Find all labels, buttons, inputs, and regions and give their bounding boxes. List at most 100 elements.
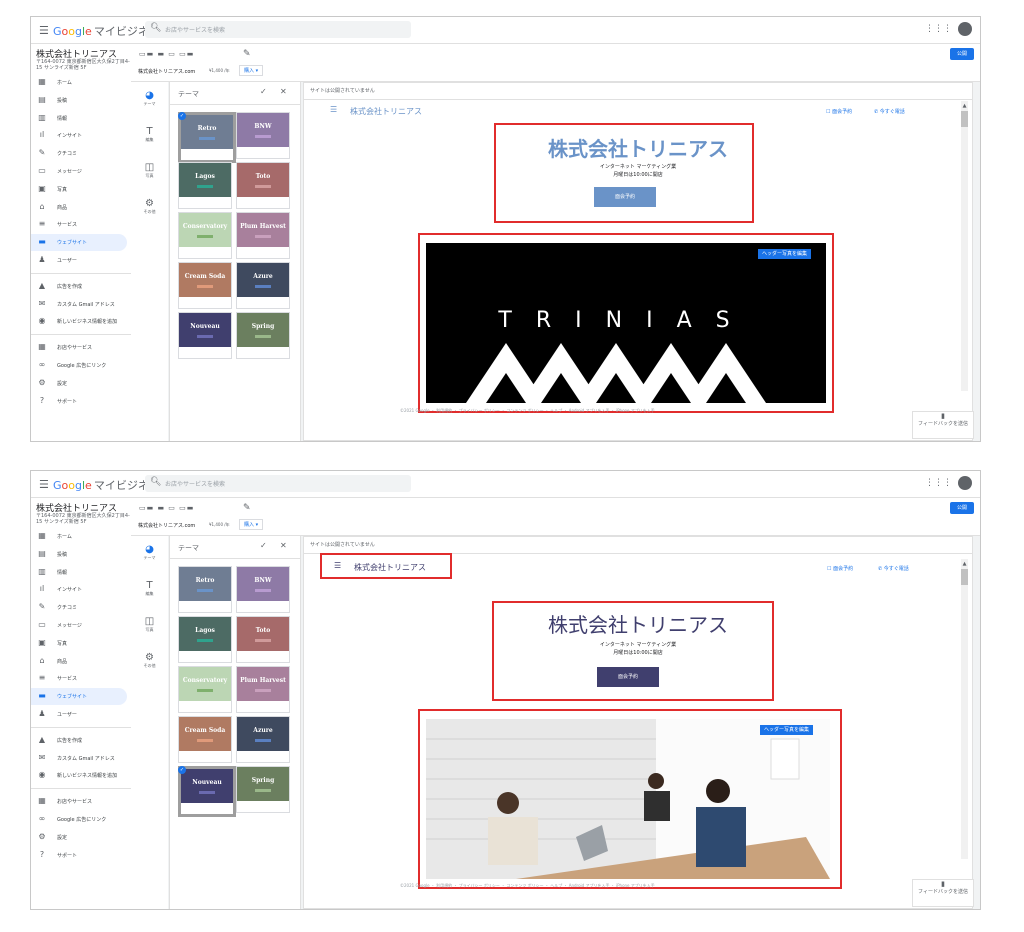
google-my-business-logo[interactable]: Google マイビジネス — [53, 477, 160, 493]
avatar[interactable] — [958, 476, 972, 490]
theme-tile-azure[interactable]: Azure — [236, 262, 290, 309]
sidebar-item-services[interactable]: ≡ サービス — [31, 216, 127, 233]
sidebar-item-insights[interactable]: ıl インサイト — [31, 581, 127, 598]
scroll-thumb[interactable] — [961, 111, 968, 127]
check-icon[interactable]: ✓ — [260, 87, 267, 96]
sidebar-item-messages[interactable]: ▭ メッセージ — [31, 617, 127, 634]
theme-tile-toto[interactable]: Toto — [236, 162, 290, 209]
check-icon[interactable]: ✓ — [260, 541, 267, 550]
sidebar-item-photos[interactable]: ▣ 写真 — [31, 635, 127, 652]
theme-tile-retro[interactable]: Retro ✓ — [178, 112, 236, 163]
sidebar-item-gmail[interactable]: ✉ カスタム Gmail アドレス — [31, 296, 127, 313]
sidebar-item-ads[interactable]: ▲ 広告を作成 — [31, 278, 127, 295]
sidebar-item-store[interactable]: ▦ お店やサービス — [31, 793, 127, 810]
rail-item-gear[interactable]: ⚙ その他 — [131, 652, 168, 669]
sidebar-item-posts[interactable]: ▤ 投稿 — [31, 546, 127, 563]
theme-tile-azure[interactable]: Azure — [236, 716, 290, 763]
theme-tile-lagos[interactable]: Lagos — [178, 616, 232, 663]
rail-item-text-edit[interactable]: T 編集 — [131, 126, 168, 143]
theme-tile-spring[interactable]: Spring — [236, 766, 290, 813]
rail-item-palette[interactable]: ◕ テーマ — [131, 544, 168, 561]
theme-tile-bnw[interactable]: BNW — [236, 566, 290, 613]
rail-item-photo[interactable]: ◫ 写真 — [131, 616, 168, 633]
sidebar-item-settings[interactable]: ⚙ 設定 — [31, 829, 127, 846]
sidebar-item-website[interactable]: ▬ ウェブサイト — [31, 688, 127, 706]
rail-item-palette[interactable]: ◕ テーマ — [131, 90, 168, 107]
sidebar-item-help[interactable]: ? サポート — [31, 393, 127, 410]
publish-button[interactable]: 公開 — [950, 48, 974, 60]
scroll-thumb[interactable] — [961, 569, 968, 585]
scrollbar[interactable]: ▲ — [961, 559, 968, 859]
footer-links[interactable]: ©2021 Google ・ 利用規約 ・ プライバシー ポリシー ・ コンテン… — [400, 408, 655, 414]
theme-tile-toto[interactable]: Toto — [236, 616, 290, 663]
sidebar-item-messages[interactable]: ▭ メッセージ — [31, 163, 127, 180]
theme-tile-spring[interactable]: Spring — [236, 312, 290, 359]
sidebar-item-info[interactable]: ▥ 情報 — [31, 110, 127, 127]
sidebar-item-users[interactable]: ♟ ユーザー — [31, 252, 127, 269]
theme-tile-conservatory[interactable]: Conservatory — [178, 212, 232, 259]
sidebar-item-website[interactable]: ▬ ウェブサイト — [31, 234, 127, 252]
sidebar-item-home[interactable]: ▦ ホーム — [31, 74, 127, 91]
hamburger-icon[interactable]: ☰ — [39, 478, 49, 491]
sidebar-item-store[interactable]: ▦ お店やサービス — [31, 339, 127, 356]
sidebar-item-location[interactable]: ◉ 新しいビジネス情報を追加 — [31, 767, 127, 784]
theme-tile-cream-soda[interactable]: Cream Soda — [178, 716, 232, 763]
avatar[interactable] — [958, 22, 972, 36]
theme-tile-retro[interactable]: Retro — [178, 566, 232, 613]
hamburger-icon[interactable]: ☰ — [39, 24, 49, 37]
scroll-up-icon[interactable]: ▲ — [961, 103, 968, 109]
sidebar-item-reviews[interactable]: ✎ クチコミ — [31, 145, 127, 162]
theme-tile-nouveau[interactable]: Nouveau ✓ — [178, 766, 236, 817]
sidebar-item-home[interactable]: ▦ ホーム — [31, 528, 127, 545]
sidebar-item-help[interactable]: ? サポート — [31, 847, 127, 864]
site-menu-icon[interactable]: ☰ — [330, 105, 337, 114]
pencil-icon[interactable]: ✎ — [243, 49, 251, 59]
sidebar-item-users[interactable]: ♟ ユーザー — [31, 706, 127, 723]
contact-link[interactable]: ☐ 面会予約 — [827, 565, 853, 572]
sidebar-item-reviews[interactable]: ✎ クチコミ — [31, 599, 127, 616]
theme-tile-conservatory[interactable]: Conservatory — [178, 666, 232, 713]
sidebar-item-products[interactable]: ⌂ 商品 — [31, 653, 127, 670]
sidebar-item-insights[interactable]: ıl インサイト — [31, 127, 127, 144]
sidebar-item-posts[interactable]: ▤ 投稿 — [31, 92, 127, 109]
publish-button[interactable]: 公開 — [950, 502, 974, 514]
sidebar-item-gmail[interactable]: ✉ カスタム Gmail アドレス — [31, 750, 127, 767]
sidebar-item-link[interactable]: ∞ Google 広告にリンク — [31, 811, 127, 828]
call-link[interactable]: ✆ 今すぐ電話 — [874, 108, 905, 115]
search-input[interactable]: 🔍︎ お店やサービスを検索 — [145, 21, 411, 38]
theme-tile-plum-harvest[interactable]: Plum Harvest — [236, 666, 290, 713]
feedback-button[interactable]: ▮ フィードバックを送信 — [912, 879, 974, 907]
sidebar-item-settings[interactable]: ⚙ 設定 — [31, 375, 127, 392]
business-address: 〒164-0072 東京都新宿区大久保2丁目4-15 サンライズ新宿 5F — [36, 59, 130, 71]
sidebar-item-photos[interactable]: ▣ 写真 — [31, 181, 127, 198]
sidebar-item-services[interactable]: ≡ サービス — [31, 670, 127, 687]
rail-item-gear[interactable]: ⚙ その他 — [131, 198, 168, 215]
theme-tile-bnw[interactable]: BNW — [236, 112, 290, 159]
sidebar-item-location[interactable]: ◉ 新しいビジネス情報を追加 — [31, 313, 127, 330]
buy-domain-button[interactable]: 購入 ▾ — [239, 65, 264, 76]
theme-tile-lagos[interactable]: Lagos — [178, 162, 232, 209]
rail-item-photo[interactable]: ◫ 写真 — [131, 162, 168, 179]
contact-link[interactable]: ☐ 面会予約 — [826, 108, 852, 115]
theme-tile-nouveau[interactable]: Nouveau — [178, 312, 232, 359]
scroll-up-icon[interactable]: ▲ — [961, 561, 968, 567]
pencil-icon[interactable]: ✎ — [243, 503, 251, 513]
rail-item-text-edit[interactable]: T 編集 — [131, 580, 168, 597]
sidebar-item-products[interactable]: ⌂ 商品 — [31, 199, 127, 216]
close-icon[interactable]: ✕ — [280, 87, 287, 96]
google-my-business-logo[interactable]: Google マイビジネス — [53, 23, 160, 39]
feedback-button[interactable]: ▮ フィードバックを送信 — [912, 411, 974, 439]
search-input[interactable]: 🔍︎ お店やサービスを検索 — [145, 475, 411, 492]
sidebar-item-info[interactable]: ▥ 情報 — [31, 564, 127, 581]
apps-grid-icon[interactable]: ⋮⋮⋮ — [925, 478, 952, 488]
theme-accent-bar — [255, 789, 271, 792]
apps-grid-icon[interactable]: ⋮⋮⋮ — [925, 24, 952, 34]
sidebar-item-ads[interactable]: ▲ 広告を作成 — [31, 732, 127, 749]
sidebar-item-link[interactable]: ∞ Google 広告にリンク — [31, 357, 127, 374]
theme-tile-plum-harvest[interactable]: Plum Harvest — [236, 212, 290, 259]
call-link[interactable]: ✆ 今すぐ電話 — [878, 565, 909, 572]
theme-tile-cream-soda[interactable]: Cream Soda — [178, 262, 232, 309]
footer-links[interactable]: ©2021 Google ・ 利用規約 ・ プライバシー ポリシー ・ コンテン… — [400, 883, 655, 889]
close-icon[interactable]: ✕ — [280, 541, 287, 550]
buy-domain-button[interactable]: 購入 ▾ — [239, 519, 264, 530]
